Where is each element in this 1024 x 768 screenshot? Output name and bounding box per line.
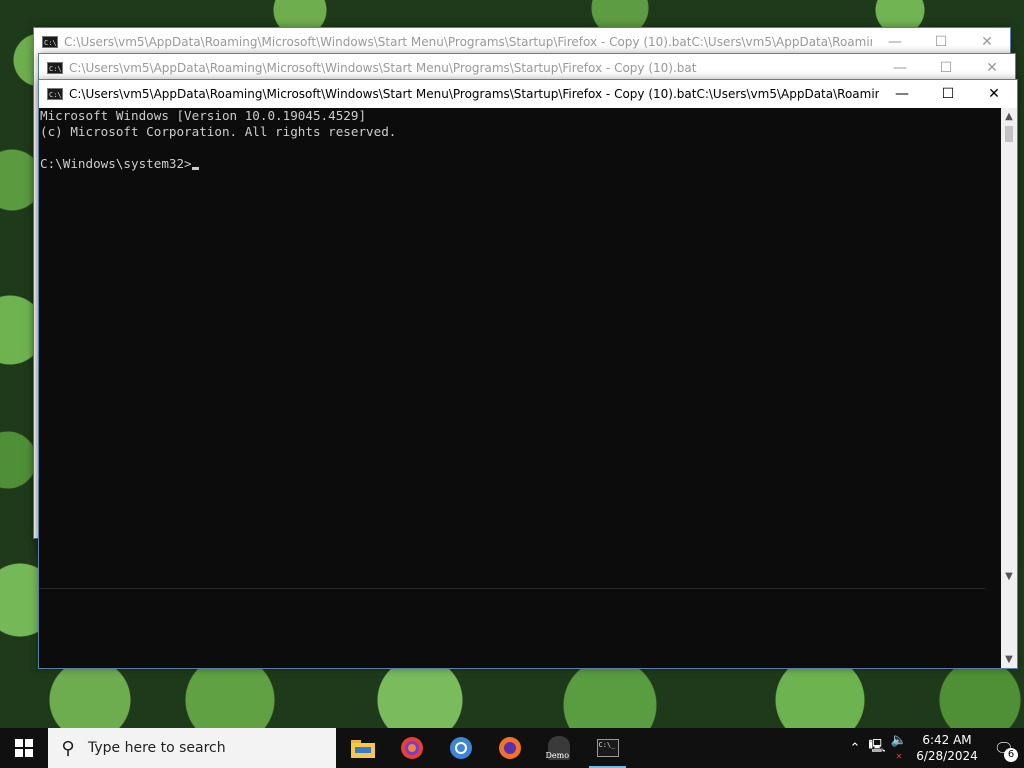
console-prompt-line: C:\Windows\system32>: [39, 156, 1001, 172]
minimize-button[interactable]: —: [877, 54, 923, 82]
clock[interactable]: 6:42 AM 6/28/2024: [910, 732, 984, 764]
title-bar-front[interactable]: C:\ C:\Users\vm5\AppData\Roaming\Microso…: [39, 80, 1017, 108]
firefox-icon[interactable]: [485, 728, 534, 768]
network-icon[interactable]: 🖳: [866, 737, 888, 759]
text-cursor: [191, 167, 199, 170]
notification-count: 6: [1004, 748, 1018, 762]
window-title-middle: C:\Users\vm5\AppData\Roaming\Microsoft\W…: [69, 61, 697, 75]
window-title-front: C:\Users\vm5\AppData\Roaming\Microsoft\W…: [69, 87, 879, 101]
title-bar-back[interactable]: C:\ C:\Users\vm5\AppData\Roaming\Microso…: [34, 28, 1010, 56]
console-divider: [39, 588, 985, 589]
cmd-icon: C:\: [47, 62, 63, 74]
vertical-scrollbar[interactable]: ▲ ▼ ▼: [1001, 108, 1017, 668]
maximize-button[interactable]: ☐: [925, 80, 971, 108]
maximize-button[interactable]: ☐: [918, 28, 964, 56]
scroll-up-arrow-icon[interactable]: ▲: [1001, 108, 1017, 125]
file-explorer-icon[interactable]: [338, 728, 387, 768]
demo-app-icon[interactable]: Demo: [534, 728, 583, 768]
window-title-back: C:\Users\vm5\AppData\Roaming\Microsoft\W…: [64, 35, 872, 49]
search-placeholder: Type here to search: [88, 740, 226, 756]
chrome-icon[interactable]: [436, 728, 485, 768]
cmd-window-front[interactable]: C:\ C:\Users\vm5\AppData\Roaming\Microso…: [38, 79, 1018, 669]
scroll-down-arrow-icon[interactable]: ▼: [1001, 568, 1017, 585]
windows-logo-icon: [15, 739, 33, 757]
console-prompt: C:\Windows\system32>: [40, 156, 192, 171]
clock-time: 6:42 AM: [922, 733, 972, 747]
cmd-icon: C:\: [47, 88, 63, 100]
notification-center-button[interactable]: 🗨 6: [984, 728, 1024, 768]
volume-muted-icon[interactable]: 🔈✕: [888, 733, 910, 763]
close-button[interactable]: ✕: [971, 80, 1017, 108]
cmd-icon: C:\: [42, 36, 58, 48]
console-area[interactable]: Microsoft Windows [Version 10.0.19045.45…: [39, 108, 1001, 668]
taskbar: ⚲ Type here to search Demo C:\_ ⌃ 🖳 🔈✕ 6…: [0, 728, 1024, 768]
taskbar-search-box[interactable]: ⚲ Type here to search: [48, 728, 336, 768]
console-line: (c) Microsoft Corporation. All rights re…: [40, 124, 397, 139]
search-icon: ⚲: [61, 737, 75, 759]
demo-label: Demo: [545, 751, 570, 760]
close-button[interactable]: ✕: [969, 54, 1015, 82]
console-line: Microsoft Windows [Version 10.0.19045.45…: [40, 108, 367, 123]
close-button[interactable]: ✕: [964, 28, 1010, 56]
scroll-thumb[interactable]: [1005, 126, 1013, 142]
clock-date: 6/28/2024: [916, 749, 978, 763]
firefox-dev-icon[interactable]: [387, 728, 436, 768]
maximize-button[interactable]: ☐: [923, 54, 969, 82]
start-button[interactable]: [0, 728, 48, 768]
title-bar-middle[interactable]: C:\ C:\Users\vm5\AppData\Roaming\Microso…: [39, 54, 1015, 82]
system-tray: ⌃ 🖳 🔈✕ 6:42 AM 6/28/2024 🗨 6: [844, 728, 1024, 768]
chevron-up-icon[interactable]: ⌃: [844, 741, 866, 756]
minimize-button[interactable]: —: [872, 28, 918, 56]
scroll-down-arrow-icon[interactable]: ▼: [1001, 651, 1017, 668]
cmd-taskbar-icon[interactable]: C:\_: [583, 728, 632, 768]
minimize-button[interactable]: —: [879, 80, 925, 108]
